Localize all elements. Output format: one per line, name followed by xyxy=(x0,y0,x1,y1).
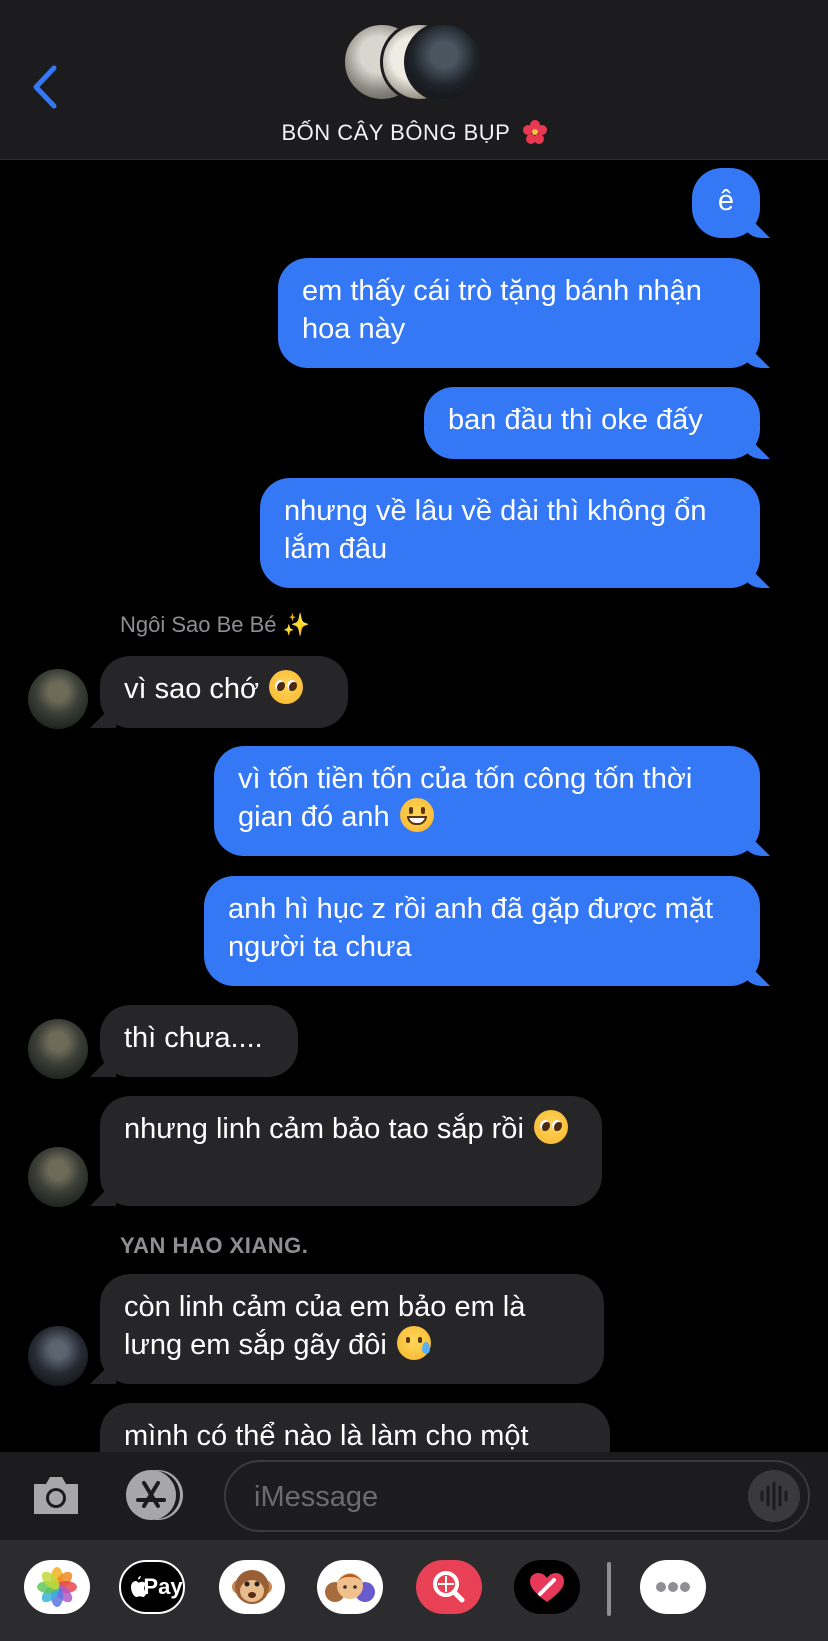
message-text: vì tốn tiền tốn của tốn công tốn thời gi… xyxy=(238,763,693,833)
message-text: còn linh cảm của em bảo em là lưng em sắ… xyxy=(124,1291,526,1361)
message-list[interactable]: ê em thấy cái trò tặng bánh nhận hoa này… xyxy=(0,0,828,1452)
audio-message-button[interactable] xyxy=(748,1470,800,1522)
image-search-icon xyxy=(433,1571,465,1603)
message-text: nhưng về lâu về dài thì không ổn lắm đâu xyxy=(284,495,707,565)
sent-message[interactable]: em thấy cái trò tặng bánh nhận hoa này xyxy=(278,258,760,368)
sent-message[interactable]: ban đầu thì oke đấy xyxy=(424,387,760,459)
app-store-icon xyxy=(126,1470,176,1520)
camera-icon xyxy=(34,1477,78,1514)
sent-message[interactable]: nhưng về lâu về dài thì không ổn lắm đâu xyxy=(260,478,760,588)
message-text: mình có thể nào là làm cho một xyxy=(124,1420,529,1452)
received-message[interactable]: thì chưa.... xyxy=(100,1005,298,1077)
hibiscus-icon xyxy=(522,120,547,144)
sent-message[interactable]: ê xyxy=(692,168,760,238)
group-name-text: BỐN CÂY BÔNG BỤP xyxy=(281,120,510,145)
chevron-left-icon xyxy=(33,65,57,109)
pleading-face-icon xyxy=(269,670,304,704)
app-drawer: Pay xyxy=(0,1540,828,1641)
drawer-divider xyxy=(607,1562,611,1616)
conversation-header: BỐN CÂY BÔNG BỤP xyxy=(0,0,828,160)
message-text: nhưng linh cảm bảo tao sắp rồi xyxy=(124,1113,524,1145)
sent-message[interactable]: vì tốn tiền tốn của tốn công tốn thời gi… xyxy=(214,746,760,856)
smiling-face-with-tear-icon xyxy=(396,1326,431,1360)
member-avatar xyxy=(404,22,484,102)
message-input[interactable] xyxy=(252,1476,706,1518)
memoji-app-button[interactable] xyxy=(317,1560,383,1614)
sent-message[interactable]: anh hì hục z rồi anh đã gặp được mặt ngư… xyxy=(204,876,760,986)
camera-button[interactable] xyxy=(30,1470,82,1520)
message-text: anh hì hục z rồi anh đã gặp được mặt ngư… xyxy=(228,893,713,963)
group-avatar[interactable] xyxy=(342,22,488,108)
message-text: em thấy cái trò tặng bánh nhận hoa này xyxy=(302,275,702,345)
animoji-app-button[interactable] xyxy=(219,1560,285,1614)
message-text: vì sao chớ xyxy=(124,673,260,705)
sender-avatar[interactable] xyxy=(28,1019,88,1079)
received-message[interactable]: còn linh cảm của em bảo em là lưng em sắ… xyxy=(100,1274,604,1384)
message-text: ê xyxy=(717,185,735,217)
received-message[interactable]: mình có thể nào là làm cho một xyxy=(100,1403,610,1452)
sender-name: Ngôi Sao Be Bé ✨ xyxy=(120,612,311,637)
back-button[interactable] xyxy=(30,62,70,112)
pleading-face-icon xyxy=(533,1110,568,1144)
received-message[interactable]: nhưng linh cảm bảo tao sắp rồi xyxy=(100,1096,602,1206)
group-title[interactable]: BỐN CÂY BÔNG BỤP xyxy=(0,120,828,146)
image-search-app-button[interactable] xyxy=(416,1560,482,1614)
animoji-icon xyxy=(232,1570,272,1604)
sender-avatar[interactable] xyxy=(28,1147,88,1207)
memoji-icon xyxy=(325,1573,375,1602)
app-store-button[interactable] xyxy=(126,1470,190,1520)
photos-app-button[interactable] xyxy=(24,1560,90,1614)
sender-avatar[interactable] xyxy=(28,669,88,729)
sender-avatar[interactable] xyxy=(28,1326,88,1386)
input-bar xyxy=(0,1452,828,1540)
received-message[interactable]: vì sao chớ xyxy=(100,656,348,728)
digital-touch-app-button[interactable] xyxy=(514,1560,580,1614)
digital-touch-icon xyxy=(530,1573,564,1602)
apple-pay-button[interactable]: Pay xyxy=(119,1560,185,1614)
more-apps-button[interactable] xyxy=(640,1560,706,1614)
waveform-icon xyxy=(760,1481,788,1511)
message-field[interactable] xyxy=(224,1460,810,1532)
sender-name: YAN HAO XIANG. xyxy=(120,1233,309,1258)
photos-icon xyxy=(37,1567,77,1607)
apple-pay-label: Pay xyxy=(143,1574,183,1599)
message-text: ban đầu thì oke đấy xyxy=(448,404,703,436)
grinning-face-icon xyxy=(399,798,434,832)
more-icon xyxy=(656,1582,690,1592)
message-text: thì chưa.... xyxy=(124,1022,263,1054)
